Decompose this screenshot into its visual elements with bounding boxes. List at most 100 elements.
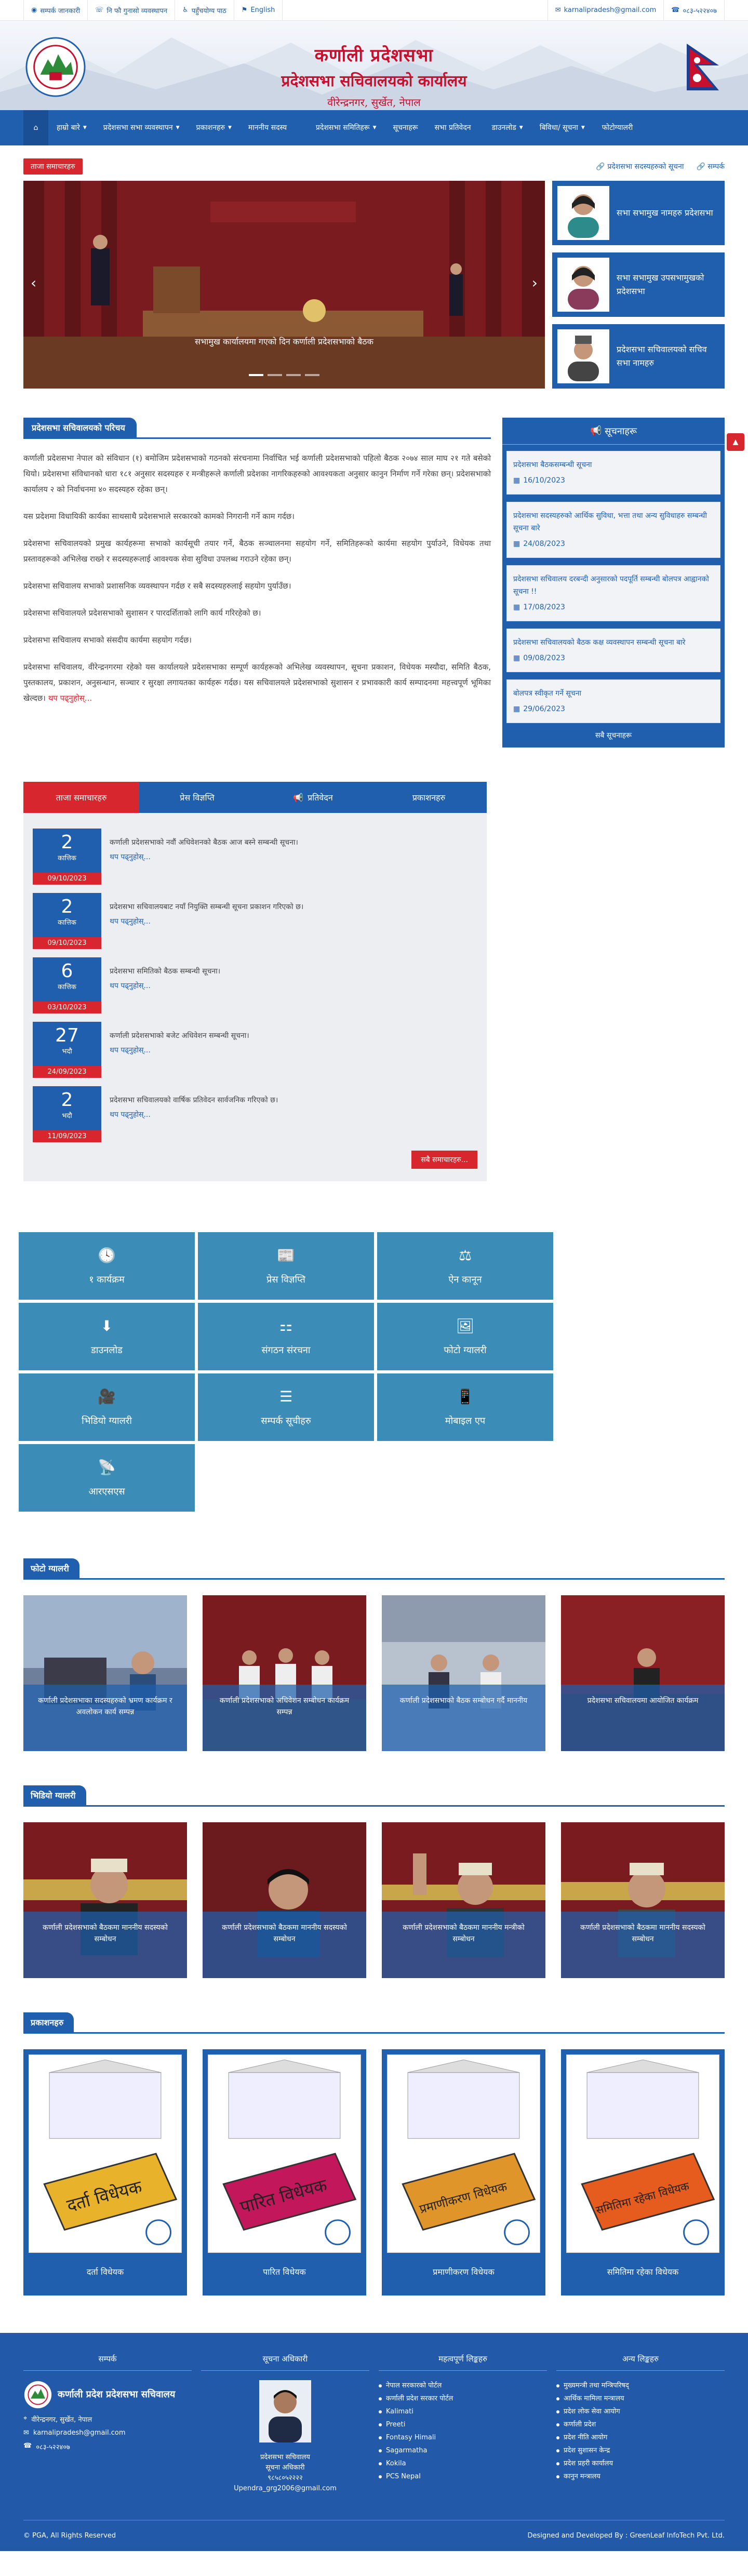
notice-item[interactable]: प्रदेशसभा बैठकसम्बन्धी सूचना ▦ 16/10/2023 bbox=[506, 451, 720, 495]
scroll-up-icon[interactable]: ▲ bbox=[727, 433, 744, 451]
hero-slider[interactable]: ‹ › सभामुख कार्यालयमा गएको दिन कर्णाली प… bbox=[23, 181, 545, 389]
footer-link[interactable]: प्रदेश सुशासन केन्द्र bbox=[556, 2444, 725, 2457]
tab-publications[interactable]: प्रकाशनहरु bbox=[371, 782, 487, 813]
topbar-link-accessible[interactable]: ♿ पहुँचयोग्य पाठ bbox=[175, 0, 234, 20]
slider-dot[interactable] bbox=[249, 374, 263, 376]
footer-link[interactable]: कानुन मन्त्रालय bbox=[556, 2470, 725, 2483]
nav-item-reports[interactable]: सभा प्रतिवेदन bbox=[426, 110, 484, 145]
notice-item[interactable]: बोलपत्र स्वीकृत गर्ने सूचना ▦ 29/06/2023 bbox=[506, 679, 720, 723]
news-item[interactable]: 2 कात्तिक 09/10/2023 प्रदेशसभा सचिवालयबाट … bbox=[33, 893, 477, 949]
nav-item-misc[interactable]: बिविधा/ सूचना ▼ bbox=[531, 110, 594, 145]
all-notices-link[interactable]: सबै सूचनाहरू bbox=[506, 730, 720, 740]
footer-email[interactable]: ✉ karnalipradesh@gmail.com bbox=[23, 2429, 192, 2437]
publication-card[interactable]: दर्ता विधेयक दर्ता विधेयक bbox=[23, 2049, 187, 2295]
slider-dot[interactable] bbox=[268, 374, 282, 376]
news-read-more-link[interactable]: थप पढ्नुहोस्... bbox=[110, 851, 468, 863]
notice-item[interactable]: प्रदेशसभा सचिवालय दरबन्दी अनुसारको पदपूर… bbox=[506, 565, 720, 621]
video-item[interactable]: कर्णाली प्रदेशसभाको बैठकमा माननीय मन्त्र… bbox=[382, 1822, 545, 1978]
footer-link[interactable]: Fontasy Himali bbox=[379, 2431, 547, 2444]
publication-card[interactable]: प्रमाणीकरण विधेयक प्रमाणीकरण विधेयक bbox=[382, 2049, 545, 2295]
all-news-button[interactable]: सबै समाचारहरु... bbox=[411, 1151, 477, 1169]
developer-credit-link[interactable]: Designed and Developed By : GreenLeaf In… bbox=[527, 2532, 725, 2540]
tab-latest-news[interactable]: ताजा समाचारहरु bbox=[23, 782, 139, 813]
footer-link[interactable]: Sagarmatha bbox=[379, 2444, 547, 2457]
footer-phone[interactable]: ☎ ०८३-५२२४०७ bbox=[23, 2442, 192, 2451]
news-read-more-link[interactable]: थप पढ्नुहोस्... bbox=[110, 1045, 468, 1056]
nav-item-gallery[interactable]: फोटोग्यालरी bbox=[594, 110, 642, 145]
news-read-more-link[interactable]: थप पढ्नुहोस्... bbox=[110, 1109, 468, 1120]
gallery-item[interactable]: कर्णाली प्रदेशसभाका सदस्यहरुको भ्रमण कार… bbox=[23, 1595, 187, 1751]
quick-link-photo-gallery[interactable]: 🖼 फोटो ग्यालरी bbox=[377, 1303, 553, 1370]
latest-news-label[interactable]: ताजा समाचारहरु bbox=[23, 158, 83, 175]
quick-link-org-structure[interactable]: ⚏ संगठन संरचना bbox=[198, 1303, 374, 1370]
tab-reports[interactable]: 📢 प्रतिवेदन bbox=[255, 782, 371, 813]
quick-link-programs[interactable]: 🕓 १ कार्यक्रम bbox=[19, 1232, 195, 1300]
topbar-link-grievance[interactable]: ☏ नि फौ गुनासो व्यवस्थापन bbox=[88, 0, 176, 20]
quick-link-laws[interactable]: ⚖ ऐन कानून bbox=[377, 1232, 553, 1300]
quick-link-mobile-app[interactable]: 📱 मोबाइल एप bbox=[377, 1373, 553, 1441]
official-card[interactable]: प्रदेशसभा सचिवालयको सचिव सभा नामहरु bbox=[552, 324, 725, 389]
footer-link[interactable]: Kalimati bbox=[379, 2405, 547, 2418]
calendar-icon: ▦ bbox=[513, 476, 520, 485]
news-item[interactable]: 2 कात्तिक 09/10/2023 कर्णाली प्रदेशसभाको न… bbox=[33, 829, 477, 885]
notice-item[interactable]: प्रदेशसभा सचिवालयको बैठक कक्ष व्यवस्थापन… bbox=[506, 629, 720, 672]
footer-link[interactable]: Kokila bbox=[379, 2457, 547, 2470]
nav-item-notices[interactable]: सूचनाहरू bbox=[385, 110, 426, 145]
video-item[interactable]: कर्णाली प्रदेशसभाको बैठकमा माननीय सदस्यक… bbox=[23, 1822, 187, 1978]
official-card[interactable]: सभा सभामुख उपसभामुखको प्रदेशसभा bbox=[552, 252, 725, 317]
gallery-item[interactable]: प्रदेशसभा सचिवालयमा आयोजित कार्यक्रम bbox=[561, 1595, 725, 1751]
quick-link-rss[interactable]: 📡 आरएसएस bbox=[19, 1444, 195, 1512]
video-item[interactable]: कर्णाली प्रदेशसभाको बैठकमा माननीय सदस्यक… bbox=[561, 1822, 725, 1978]
slider-prev-icon[interactable]: ‹ bbox=[31, 274, 36, 291]
video-item[interactable]: कर्णाली प्रदेशसभाको बैठकमा माननीय सदस्यक… bbox=[203, 1822, 366, 1978]
slider-dot[interactable] bbox=[286, 374, 301, 376]
footer-link[interactable]: प्रदेश लोक सेवा आयोग bbox=[556, 2405, 725, 2418]
nav-item-about[interactable]: हाम्रो बारे ▼ bbox=[48, 110, 95, 145]
footer-link[interactable]: नेपाल सरकारको पोर्टल bbox=[379, 2379, 547, 2392]
news-read-more-link[interactable]: थप पढ्नुहोस्... bbox=[110, 980, 468, 992]
footer-link[interactable]: Preeti bbox=[379, 2418, 547, 2431]
nav-item-committees[interactable]: प्रदेशसभा समितिहरू ▼ bbox=[308, 110, 385, 145]
tab-press-release[interactable]: प्रेस विज्ञप्ति bbox=[139, 782, 255, 813]
notice-item[interactable]: प्रदेशसभा सदस्यहरुको आर्थिक सुविधा, भत्त… bbox=[506, 502, 720, 558]
footer-link[interactable]: कर्णाली प्रदेश सरकार पोर्टल bbox=[379, 2392, 547, 2405]
nav-item-assembly-management[interactable]: प्रदेशसभा सभा व्यवस्थापन ▼ bbox=[95, 110, 188, 145]
news-item[interactable]: 6 कात्तिक 03/10/2023 प्रदेशसभा समितिको बैठ… bbox=[33, 957, 477, 1013]
footer-link[interactable]: प्रदेश प्रहरी कार्यालय bbox=[556, 2457, 725, 2470]
footer-logo[interactable] bbox=[23, 2380, 52, 2409]
home-button[interactable]: ⌂ bbox=[23, 110, 48, 145]
footer-link[interactable]: कर्णाली प्रदेश bbox=[556, 2418, 725, 2431]
topbar-link-contact[interactable]: ◉ सम्पर्क जानकारी bbox=[23, 0, 88, 20]
about-section: प्रदेशसभा सचिवालयको परिचय कर्णाली प्रदेश… bbox=[23, 418, 491, 748]
news-item[interactable]: 2 भदौ 11/09/2023 प्रदेशसभा सचिवालयको वार्ष… bbox=[33, 1086, 477, 1142]
topbar-phone[interactable]: ☎ ०८३-५२२४०७ bbox=[664, 0, 725, 20]
quick-link-video-gallery[interactable]: 🎥 भिडियो ग्यालरी bbox=[19, 1373, 195, 1441]
footer-link[interactable]: आर्थिक मामिला मन्त्रालय bbox=[556, 2392, 725, 2405]
nav-item-downloads[interactable]: डाउनलोड ▼ bbox=[484, 110, 531, 145]
nav-item-publications[interactable]: प्रकाशनहरु ▼ bbox=[188, 110, 240, 145]
publication-card[interactable]: पारित विधेयक पारित विधेयक bbox=[203, 2049, 366, 2295]
footer-link[interactable]: मुख्यमन्त्री तथा मन्त्रिपरिषद् bbox=[556, 2379, 725, 2392]
gallery-item[interactable]: कर्णाली प्रदेशसभाको बैठक सम्बोधन गर्दै म… bbox=[382, 1595, 545, 1751]
official-card[interactable]: सभा सभामुख नामहरु प्रदेशसभा bbox=[552, 181, 725, 245]
map-marker-icon: ⌖ bbox=[23, 2414, 28, 2422]
topbar-link-english[interactable]: ⚑ English bbox=[234, 0, 283, 20]
footer-link[interactable]: प्रदेश नीति आयोग bbox=[556, 2431, 725, 2444]
nav-item-members[interactable]: माननीय सदस्य bbox=[240, 110, 308, 145]
contact-link[interactable]: 🔗 सम्पर्क bbox=[696, 162, 725, 171]
members-notice-link[interactable]: 🔗 प्रदेशसभा सदस्यहरुको सूचना bbox=[596, 162, 684, 171]
footer-link[interactable]: PCS Nepal bbox=[379, 2470, 547, 2483]
quick-link-contact-list[interactable]: ☰ सम्पर्क सूचीहरु bbox=[198, 1373, 374, 1441]
quick-link-download[interactable]: ⬇ डाउनलोड bbox=[19, 1303, 195, 1370]
news-item[interactable]: 27 भदौ 24/09/2023 कर्णाली प्रदेशसभाको बजेट… bbox=[33, 1022, 477, 1078]
about-read-more-link[interactable]: थप पढ्नुहोस्... bbox=[48, 693, 92, 703]
slider-dot[interactable] bbox=[305, 374, 319, 376]
slider-next-icon[interactable]: › bbox=[532, 274, 538, 291]
publication-card[interactable]: समितिमा रहेका विधेयक समितिमा रहेका विधेय… bbox=[561, 2049, 725, 2295]
info-officer-email[interactable]: Upendra_grg2006@gmail.com bbox=[201, 2484, 369, 2494]
news-read-more-link[interactable]: थप पढ्नुहोस्... bbox=[110, 916, 468, 927]
phone-icon: ☎ bbox=[671, 6, 680, 14]
topbar-email[interactable]: ✉ karnalipradesh@gmail.com bbox=[547, 0, 664, 20]
quick-link-press[interactable]: 📰 प्रेस विज्ञप्ति bbox=[198, 1232, 374, 1300]
gallery-item[interactable]: कर्णाली प्रदेशसभाको अधिवेशन सम्बोधन कार्… bbox=[203, 1595, 366, 1751]
